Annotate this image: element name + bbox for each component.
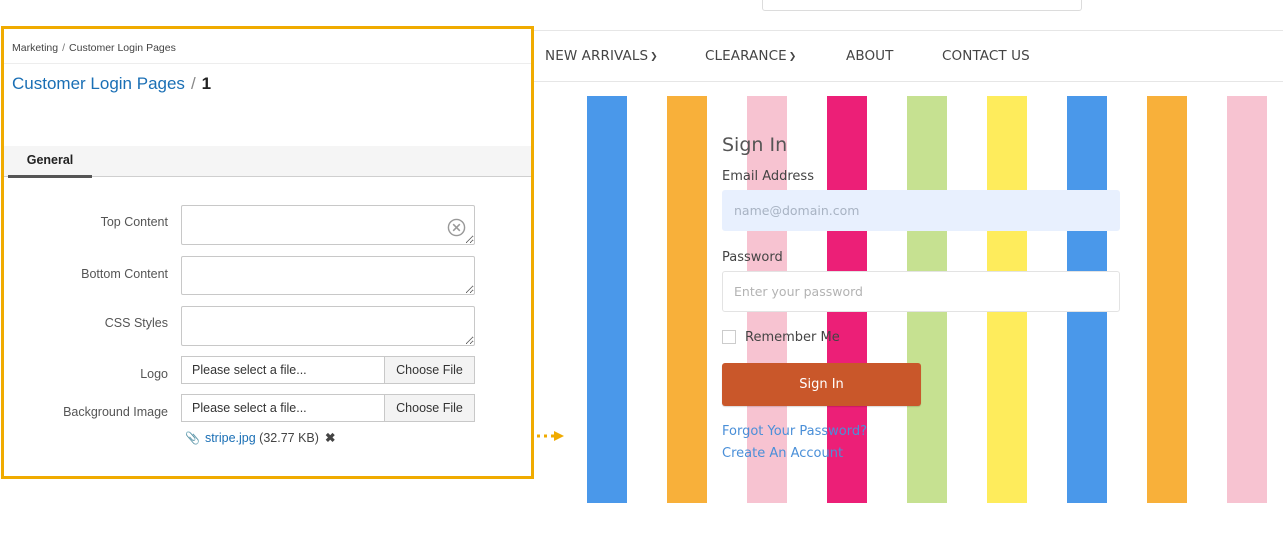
attachment-link[interactable]: stripe.jpg: [205, 431, 256, 445]
remove-attachment-icon[interactable]: ✖: [325, 431, 335, 445]
logo-file-placeholder: Please select a file...: [192, 363, 307, 377]
breadcrumb-marketing[interactable]: Marketing: [12, 42, 58, 54]
logo-file-input[interactable]: Please select a file... Choose File: [181, 356, 475, 384]
forgot-password-link[interactable]: Forgot Your Password?: [722, 424, 867, 439]
chevron-down-icon: ❯: [650, 52, 658, 62]
background-image-file-input[interactable]: Please select a file... Choose File: [181, 394, 475, 422]
logo-choose-file-button[interactable]: Choose File: [384, 357, 474, 383]
email-label: Email Address: [722, 169, 814, 184]
breadcrumb-divider: [4, 63, 531, 64]
clear-icon[interactable]: [447, 218, 466, 237]
signin-title: Sign In: [722, 134, 788, 156]
breadcrumb: Marketing / Customer Login Pages: [12, 42, 176, 54]
background-choose-file-button[interactable]: Choose File: [384, 395, 474, 421]
background-image-label: Background Image: [63, 405, 168, 419]
store-nav-bar: NEW ARRIVALS ❯ CLEARANCE ❯ ABOUT CONTACT U…: [534, 30, 1283, 82]
remember-me-label: Remember Me: [745, 330, 840, 345]
css-styles-label: CSS Styles: [104, 316, 168, 330]
page-title-link[interactable]: Customer Login Pages: [12, 74, 185, 93]
top-content-field[interactable]: [181, 205, 475, 245]
email-field[interactable]: [722, 190, 1120, 231]
title-separator: /: [190, 74, 196, 93]
logo-label: Logo: [140, 367, 168, 381]
breadcrumb-customer-login-pages[interactable]: Customer Login Pages: [69, 42, 176, 54]
signin-button[interactable]: Sign In: [722, 363, 921, 406]
tab-bar: General: [4, 146, 531, 178]
password-label: Password: [722, 250, 783, 265]
tab-general[interactable]: General: [8, 146, 92, 178]
stripe: [1227, 96, 1267, 503]
nav-new-arrivals-label: NEW ARRIVALS: [545, 48, 649, 64]
stripe: [587, 96, 627, 503]
record-id: 1: [201, 74, 212, 93]
attachment-row: 📎 stripe.jpg (32.77 KB) ✖: [185, 430, 335, 445]
attachment-size: (32.77 KB): [259, 431, 319, 445]
paperclip-icon: 📎: [185, 431, 200, 445]
remember-me-checkbox[interactable]: [722, 330, 736, 344]
stripe: [667, 96, 707, 503]
bottom-content-label: Bottom Content: [81, 267, 168, 281]
password-field[interactable]: [722, 271, 1120, 312]
store-search-box[interactable]: [762, 0, 1082, 11]
page-title: Customer Login Pages / 1: [12, 74, 211, 94]
stripe: [1147, 96, 1187, 503]
nav-clearance-label: CLEARANCE: [705, 48, 787, 64]
nav-clearance[interactable]: CLEARANCE ❯: [705, 31, 796, 81]
top-content-label: Top Content: [100, 215, 168, 229]
nav-about[interactable]: ABOUT: [846, 31, 894, 81]
create-account-link[interactable]: Create An Account: [722, 446, 843, 461]
bottom-content-field[interactable]: [181, 256, 475, 295]
css-styles-field[interactable]: [181, 306, 475, 346]
nav-contact-us[interactable]: CONTACT US: [942, 31, 1030, 81]
chevron-down-icon: ❯: [788, 52, 797, 62]
admin-panel: Marketing / Customer Login Pages Customer …: [1, 26, 534, 479]
nav-new-arrivals[interactable]: NEW ARRIVALS ❯: [545, 31, 658, 81]
background-file-placeholder: Please select a file...: [192, 401, 307, 415]
